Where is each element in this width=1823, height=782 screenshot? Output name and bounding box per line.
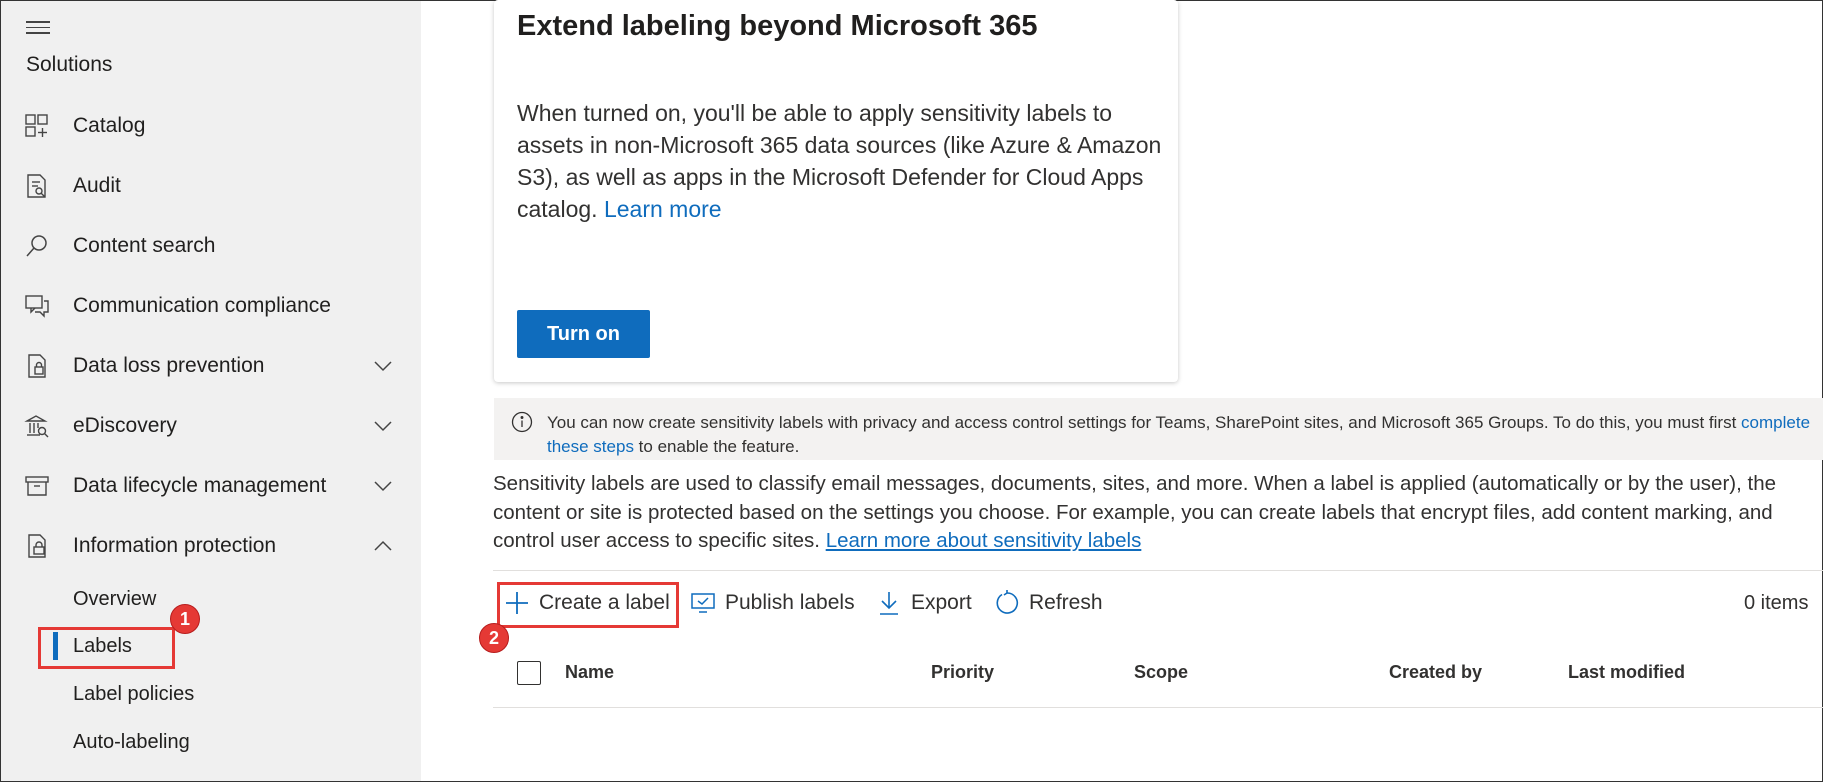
learn-more-link[interactable]: Learn more	[604, 196, 722, 222]
sidebar-item-label: Audit	[73, 174, 121, 197]
sidebar-item-label: Data loss prevention	[73, 354, 265, 377]
sidebar-item-label: Data lifecycle management	[73, 474, 327, 497]
column-header-last-modified[interactable]: Last modified	[1568, 662, 1685, 683]
refresh-button[interactable]: Refresh	[993, 585, 1103, 621]
column-header-name[interactable]: Name	[565, 662, 614, 683]
extend-labeling-card: Extend labeling beyond Microsoft 365 Whe…	[494, 0, 1178, 382]
sidebar-item-communication-compliance[interactable]: Communication compliance	[1, 281, 421, 331]
learn-more-sensitivity-labels-link[interactable]: Learn more about sensitivity labels	[826, 529, 1142, 552]
sidebar-item-catalog[interactable]: Catalog	[1, 101, 421, 151]
export-button[interactable]: Export	[875, 585, 972, 621]
sidebar-item-label: eDiscovery	[73, 414, 177, 437]
select-all-checkbox[interactable]	[517, 661, 541, 685]
divider	[493, 570, 1823, 571]
chevron-down-icon[interactable]	[373, 356, 393, 376]
publish-labels-button[interactable]: Publish labels	[689, 585, 855, 621]
search-icon	[23, 232, 51, 260]
publish-icon	[689, 589, 717, 617]
sidebar-item-label: Information protection	[73, 534, 277, 557]
dlp-icon	[23, 352, 51, 380]
step-badge-2: 2	[479, 623, 509, 653]
download-icon	[875, 589, 903, 617]
sidebar-subitem-overview[interactable]: Overview	[73, 588, 156, 611]
sidebar-item-label: Catalog	[73, 114, 146, 137]
info-text: You can now create sensitivity labels wi…	[547, 413, 1811, 456]
column-header-scope[interactable]: Scope	[1134, 662, 1188, 683]
chevron-up-icon[interactable]	[373, 536, 393, 556]
sidebar-item-label: Communication compliance	[73, 294, 331, 317]
items-count: 0 items	[1744, 592, 1809, 614]
card-title: Extend labeling beyond Microsoft 365	[517, 10, 1038, 42]
chevron-down-icon[interactable]	[373, 416, 393, 436]
column-header-created-by[interactable]: Created by	[1389, 662, 1482, 683]
info-message-bar: You can now create sensitivity labels wi…	[494, 398, 1823, 460]
step-badge-1: 1	[170, 604, 200, 634]
info-protection-icon	[23, 532, 51, 560]
sidebar-item-ediscovery[interactable]: eDiscovery	[1, 401, 421, 451]
sidebar-subitem-label-policies[interactable]: Label policies	[73, 683, 194, 706]
sidebar-item-label: Content search	[73, 234, 216, 257]
sidebar-item-data-lifecycle-management[interactable]: Data lifecycle management	[1, 461, 421, 511]
sidebar-item-content-search[interactable]: Content search	[1, 221, 421, 271]
archive-icon	[23, 472, 51, 500]
solutions-heading: Solutions	[26, 53, 113, 76]
turn-on-button[interactable]: Turn on	[517, 310, 650, 358]
chat-icon	[23, 292, 51, 320]
audit-icon	[23, 172, 51, 200]
table-header-divider	[493, 707, 1823, 708]
refresh-icon	[993, 589, 1021, 617]
sidebar-item-data-loss-prevention[interactable]: Data loss prevention	[1, 341, 421, 391]
create-label-highlight-box	[497, 582, 679, 628]
labels-description: Sensitivity labels are used to classify …	[493, 472, 1776, 552]
card-body: When turned on, you'll be able to apply …	[517, 100, 1162, 222]
labels-highlight-box	[38, 627, 175, 669]
info-icon	[511, 411, 533, 433]
catalog-icon	[23, 112, 51, 140]
sidebar-item-information-protection[interactable]: Information protection	[1, 521, 421, 571]
hamburger-menu-icon[interactable]	[26, 21, 50, 37]
column-header-priority[interactable]: Priority	[931, 662, 994, 683]
chevron-down-icon[interactable]	[373, 476, 393, 496]
sidebar-subitem-auto-labeling[interactable]: Auto-labeling	[73, 731, 190, 754]
ediscovery-icon	[23, 412, 51, 440]
sidebar-item-audit[interactable]: Audit	[1, 161, 421, 211]
